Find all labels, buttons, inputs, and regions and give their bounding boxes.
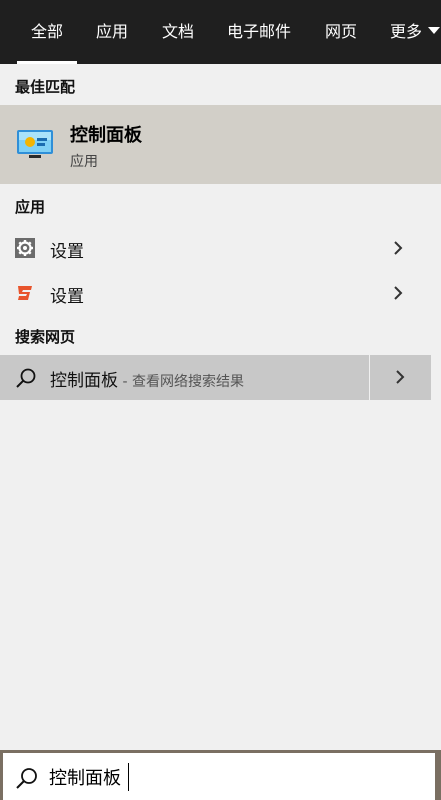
- tab-email[interactable]: 电子邮件: [227, 0, 291, 64]
- section-apps: 应用: [15, 198, 46, 216]
- web-search-item[interactable]: 控制面板 - 查看网络搜索结果: [0, 355, 369, 400]
- sogou-s-icon: [18, 286, 32, 300]
- search-input[interactable]: [49, 759, 419, 795]
- best-match-item[interactable]: 控制面板 应用: [0, 105, 441, 184]
- web-search-open-button[interactable]: [370, 355, 431, 400]
- app-item-settings[interactable]: 设置: [0, 226, 441, 270]
- chevron-right-icon: [396, 370, 405, 384]
- best-match-subtitle: 应用: [70, 154, 98, 170]
- best-match-title: 控制面板: [70, 125, 142, 146]
- app-item-label: 设置: [50, 287, 84, 307]
- filter-tab-bar: 全部 应用 文档 电子邮件 网页 更多: [0, 0, 441, 64]
- section-best-match: 最佳匹配: [15, 78, 76, 96]
- control-panel-icon: [17, 130, 53, 158]
- search-icon: [16, 768, 37, 789]
- caret-down-icon: [428, 27, 441, 34]
- web-search-hint: - 查看网络搜索结果: [118, 374, 244, 390]
- search-panel: 全部 应用 文档 电子邮件 网页 更多 最佳匹配 控制面板 应用 应用 设置 设…: [0, 0, 441, 800]
- chevron-right-icon[interactable]: [390, 285, 406, 301]
- tab-documents[interactable]: 文档: [162, 0, 194, 64]
- tab-web[interactable]: 网页: [325, 0, 357, 64]
- text-caret: [128, 763, 129, 791]
- search-icon: [16, 368, 36, 388]
- tab-more[interactable]: 更多: [390, 0, 441, 64]
- tab-all[interactable]: 全部: [16, 0, 78, 64]
- search-box-frame: [0, 750, 441, 800]
- chevron-right-icon[interactable]: [390, 240, 406, 256]
- app-item-settings-2[interactable]: 设置: [0, 271, 441, 315]
- search-box[interactable]: [3, 753, 435, 800]
- section-web-search: 搜索网页: [15, 328, 76, 346]
- tab-more-label: 更多: [390, 22, 423, 41]
- app-item-label: 设置: [50, 242, 84, 262]
- web-search-query: 控制面板: [50, 371, 118, 391]
- gear-icon: [15, 238, 35, 258]
- web-search-label: 控制面板 - 查看网络搜索结果: [50, 366, 244, 391]
- tab-apps[interactable]: 应用: [96, 0, 128, 64]
